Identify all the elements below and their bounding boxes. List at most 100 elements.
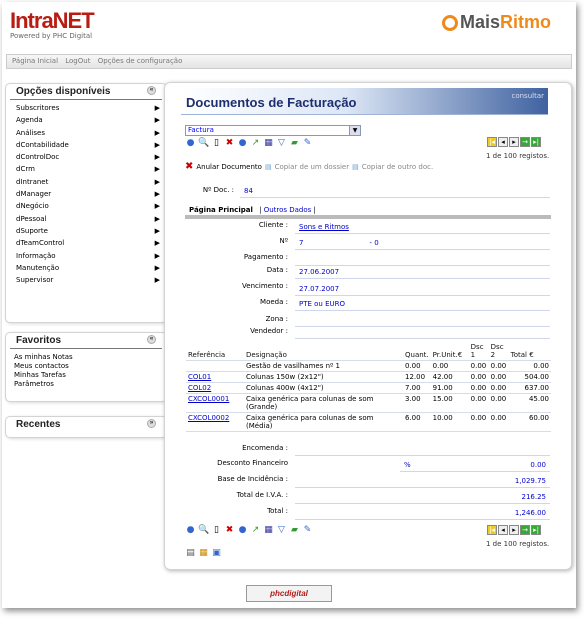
row-ref[interactable] — [186, 361, 244, 372]
favorite-item[interactable]: As minhas Notas — [6, 353, 166, 362]
delete-icon[interactable]: ✖ — [224, 138, 235, 149]
table-row[interactable]: COL02 Colunas 400w (4x12") 7.00 91.00 0.… — [186, 383, 551, 394]
info-icon[interactable]: ● — [237, 525, 248, 536]
currency-label: Moeda : — [260, 298, 288, 306]
copy-other-link[interactable]: Copiar de outro doc. — [362, 163, 433, 171]
filter-icon[interactable]: ▽ — [276, 525, 287, 536]
client-number-field[interactable]: 7 - 0 — [295, 238, 550, 250]
zone-field[interactable] — [295, 315, 550, 327]
sidebar-item-informacao[interactable]: Informação ▶ — [6, 250, 166, 262]
favorite-item[interactable]: Meus contactos — [6, 362, 166, 371]
doc-type-select[interactable]: Factura ▼ — [185, 125, 361, 136]
chevron-down-icon[interactable]: ▼ — [349, 126, 360, 135]
date-field[interactable]: 27.06.2007 — [295, 267, 550, 279]
sidebar-item-agenda[interactable]: Agenda ▶ — [6, 114, 166, 126]
first-record-icon[interactable]: |◂ — [487, 525, 497, 535]
nav-logout[interactable]: LogOut — [65, 57, 90, 65]
tab-other[interactable]: Outros Dados — [264, 206, 312, 214]
sidebar-item-dnegocio[interactable]: dNegócio ▶ — [6, 200, 166, 212]
delete-icon[interactable]: ✖ — [224, 525, 235, 536]
grid-icon[interactable]: ▦ — [263, 525, 274, 536]
first-record-icon[interactable]: |◂ — [487, 137, 497, 147]
help-icon[interactable]: ● — [185, 138, 196, 149]
row-ref[interactable]: COL01 — [186, 372, 244, 383]
row-ref[interactable]: CXCOL0002 — [186, 413, 244, 432]
nav-config[interactable]: Opções de configuração — [98, 57, 183, 65]
record-navigation-bottom: |◂ ◂ ▸ → ▸| — [487, 525, 541, 535]
table-row[interactable]: Gestão de vasilhames nº 1 0.00 0.00 0.00… — [186, 361, 551, 372]
row-desig: Gestão de vasilhames nº 1 — [246, 362, 341, 370]
sidebar-item-label: dNegócio — [16, 202, 49, 211]
next-record-icon[interactable]: ▸ — [509, 525, 519, 535]
table-row[interactable]: CXCOL0001 Caixa genérica para colunas de… — [186, 394, 551, 413]
help-icon[interactable]: ● — [185, 525, 196, 536]
report-icon[interactable]: ▦ — [198, 548, 209, 559]
seller-field[interactable] — [295, 327, 550, 339]
order-field[interactable] — [295, 444, 550, 456]
payment-field[interactable] — [295, 254, 550, 266]
sidebar-item-supervisor[interactable]: Supervisor ▶ — [6, 274, 166, 286]
row-total: 0.00 — [533, 362, 549, 370]
folder-icon[interactable]: ▰ — [289, 138, 300, 149]
search-icon[interactable]: 🔍 — [198, 138, 209, 149]
record-toolbar-bottom: ● 🔍 ▯ ✖ ● ↗ ▦ ▽ ▰ ✎ — [185, 525, 313, 536]
sidebar-item-dpessoal[interactable]: dPessoal ▶ — [6, 213, 166, 225]
discount-field[interactable]: % 0.00 — [400, 460, 550, 472]
sidebar-item-label: dCrm — [16, 165, 35, 174]
sidebar-item-dteamcontrol[interactable]: dTeamControl ▶ — [6, 237, 166, 249]
sidebar-item-dmanager[interactable]: dManager ▶ — [6, 188, 166, 200]
sidebar-item-dcontroldoc[interactable]: dControlDoc ▶ — [6, 151, 166, 163]
email-icon[interactable]: ▣ — [211, 548, 222, 559]
table-row[interactable]: COL01 Colunas 150w (2x12") 12.00 42.00 0… — [186, 372, 551, 383]
grid-icon[interactable]: ▦ — [263, 138, 274, 149]
search-icon[interactable]: 🔍 — [198, 525, 209, 536]
client-field[interactable]: Sons e Ritmos — [295, 222, 550, 234]
collapse-icon[interactable]: « — [147, 335, 156, 344]
expand-icon[interactable]: » — [147, 419, 156, 428]
sidebar-item-label: Subscritores — [16, 104, 60, 112]
new-document-icon[interactable]: ▯ — [211, 138, 222, 149]
discount-percent: % — [404, 461, 411, 469]
go-record-icon[interactable]: → — [520, 137, 530, 147]
table-row[interactable]: CXCOL0002 Caixa genérica para colunas de… — [186, 413, 551, 432]
copy-dossier-link[interactable]: Copiar de um dossier — [275, 163, 350, 171]
tab-main[interactable]: Página Principal — [185, 206, 257, 214]
extra-toolbar: ▤ ▦ ▣ — [185, 548, 222, 559]
favorite-item[interactable]: Minhas Tarefas — [6, 371, 166, 380]
collapse-icon[interactable]: « — [147, 86, 156, 95]
folder-icon[interactable]: ▰ — [289, 525, 300, 536]
export-icon[interactable]: ↗ — [250, 138, 261, 149]
last-record-icon[interactable]: ▸| — [531, 137, 541, 147]
recent-header[interactable]: Recentes » — [10, 417, 162, 432]
arrow-right-icon: ▶ — [154, 239, 160, 248]
row-desig: Caixa genérica para colunas de som (Médi… — [246, 414, 374, 430]
prev-record-icon[interactable]: ◂ — [498, 137, 508, 147]
row-ref[interactable]: CXCOL0001 — [186, 394, 244, 413]
edit-icon[interactable]: ✎ — [302, 525, 313, 536]
edit-icon[interactable]: ✎ — [302, 138, 313, 149]
filter-icon[interactable]: ▽ — [276, 138, 287, 149]
last-record-icon[interactable]: ▸| — [531, 525, 541, 535]
sidebar-item-dintranet[interactable]: dIntranet ▶ — [6, 176, 166, 188]
row-qty: 3.00 — [405, 395, 421, 403]
sidebar-item-dcontabilidade[interactable]: dContabilidade ▶ — [6, 139, 166, 151]
info-icon[interactable]: ● — [237, 138, 248, 149]
sidebar-item-analises[interactable]: Análises ▶ — [6, 127, 166, 139]
sidebar-item-manutencao[interactable]: Manutenção ▶ — [6, 262, 166, 274]
due-date-field[interactable]: 27.07.2007 — [295, 284, 550, 296]
print-icon[interactable]: ▤ — [185, 548, 196, 559]
sidebar-item-subscritores[interactable]: Subscritores ▶ — [6, 102, 166, 114]
sidebar-item-dsuporte[interactable]: dSuporte ▶ — [6, 225, 166, 237]
new-document-icon[interactable]: ▯ — [211, 525, 222, 536]
nav-home[interactable]: Página Inicial — [12, 57, 58, 65]
next-record-icon[interactable]: ▸ — [509, 137, 519, 147]
row-ref[interactable]: COL02 — [186, 383, 244, 394]
prev-record-icon[interactable]: ◂ — [498, 525, 508, 535]
currency-field[interactable]: PTE ou EURO — [295, 299, 550, 311]
favorite-item[interactable]: Parâmetros — [6, 380, 166, 389]
export-icon[interactable]: ↗ — [250, 525, 261, 536]
doc-number-field[interactable]: 84 — [240, 186, 550, 198]
go-record-icon[interactable]: → — [520, 525, 530, 535]
sidebar-item-dcrm[interactable]: dCrm ▶ — [6, 163, 166, 175]
cancel-document-link[interactable]: Anular Documento — [196, 163, 262, 171]
